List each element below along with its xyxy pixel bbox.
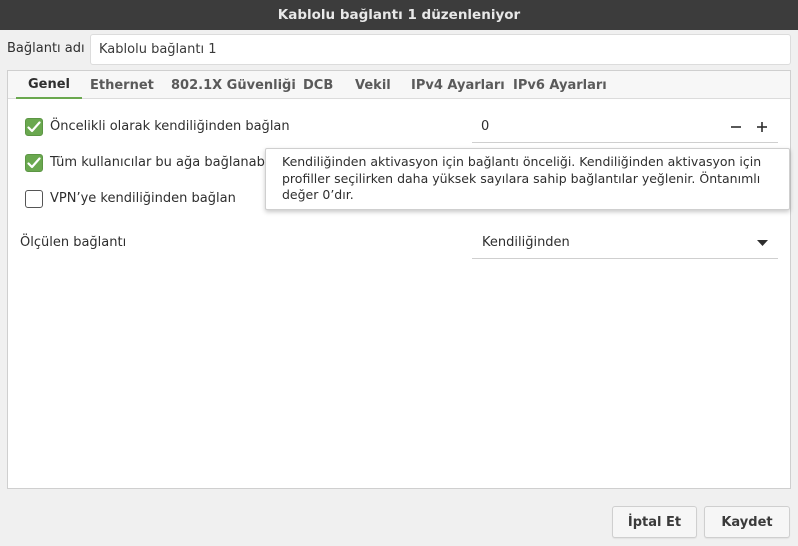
tab-bar: Genel Ethernet 802.1X Güvenliği DCB Veki… xyxy=(8,71,790,99)
priority-decrement-button[interactable] xyxy=(727,118,745,136)
save-button[interactable]: Kaydet xyxy=(704,506,790,538)
cancel-button[interactable]: İptal Et xyxy=(612,506,697,538)
checkmark-icon xyxy=(27,121,41,133)
connection-name-label: Bağlantı adı xyxy=(7,41,85,56)
connection-name-input[interactable] xyxy=(90,34,791,65)
tab-dcb[interactable]: DCB xyxy=(291,71,345,99)
tab-ipv4-settings[interactable]: IPv4 Ayarları xyxy=(399,71,517,99)
tab-ethernet[interactable]: Ethernet xyxy=(78,71,166,99)
priority-underline xyxy=(472,142,778,143)
tab-ipv6-settings[interactable]: IPv6 Ayarları xyxy=(501,71,619,99)
window-title: Kablolu bağlantı 1 düzenleniyor xyxy=(277,7,521,23)
metered-label: Ölçülen bağlantı xyxy=(20,235,127,250)
auto-connect-checkbox[interactable] xyxy=(25,118,43,136)
window-titlebar[interactable]: Kablolu bağlantı 1 düzenleniyor xyxy=(0,0,798,30)
all-users-checkbox[interactable] xyxy=(25,154,43,172)
priority-increment-button[interactable] xyxy=(753,118,771,136)
checkmark-icon xyxy=(27,157,41,169)
connection-name-row: Bağlantı adı xyxy=(0,30,798,68)
tab-general[interactable]: Genel xyxy=(16,71,83,99)
tab-8021x-security[interactable]: 802.1X Güvenliği xyxy=(159,71,308,99)
plus-icon xyxy=(757,122,767,132)
minus-icon xyxy=(731,126,741,128)
vpn-auto-connect-label: VPN’ye kendiliğinden bağlan xyxy=(50,191,236,206)
vpn-auto-connect-checkbox[interactable] xyxy=(25,190,43,208)
tab-proxy[interactable]: Vekil xyxy=(343,71,403,99)
all-users-label: Tüm kullanıcılar bu ağa bağlanabilir xyxy=(50,155,282,170)
metered-combo-value[interactable]: Kendiliğinden xyxy=(482,235,570,250)
metered-combo-underline xyxy=(472,258,778,259)
auto-connect-label: Öncelikli olarak kendiliğinden bağlan xyxy=(50,119,290,134)
priority-tooltip: Kendiliğinden aktivasyon için bağlantı ö… xyxy=(265,148,790,210)
tooltip-text: Kendiliğinden aktivasyon için bağlantı ö… xyxy=(282,154,762,202)
chevron-down-icon[interactable] xyxy=(756,239,768,247)
priority-value[interactable]: 0 xyxy=(481,119,489,134)
